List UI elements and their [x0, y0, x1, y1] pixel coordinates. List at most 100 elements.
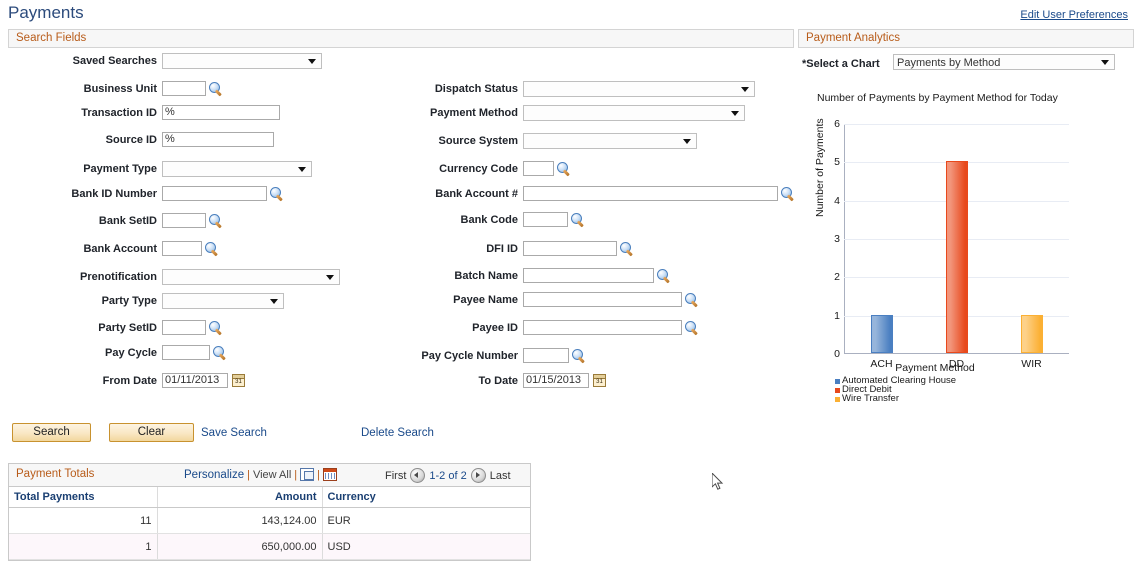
control-wrap-dfi-id	[523, 241, 634, 256]
input-to-date[interactable]	[523, 373, 589, 388]
lookup-icon[interactable]	[781, 187, 795, 201]
lookup-icon[interactable]	[620, 242, 634, 256]
dropdown-payment-method[interactable]	[523, 105, 745, 121]
previous-page-icon[interactable]	[410, 468, 425, 483]
form-row-bank-code: Bank Code	[0, 212, 900, 232]
search-button[interactable]: Search	[12, 423, 91, 442]
dropdown-dispatch-status[interactable]	[523, 81, 755, 97]
payment-analytics-group-header: Payment Analytics	[798, 29, 1134, 48]
chart-y-tick: 3	[834, 233, 840, 245]
input-currency-code[interactable]	[523, 161, 554, 176]
input-bank-code[interactable]	[523, 212, 568, 227]
chart-y-tick: 2	[834, 271, 840, 283]
input-pay-cycle-number[interactable]	[523, 348, 569, 363]
input-payee-id[interactable]	[523, 320, 682, 335]
view-all-link[interactable]: View All	[253, 469, 291, 481]
last-label[interactable]: Last	[490, 470, 511, 482]
select-a-chart-dropdown[interactable]: Payments by Method	[893, 54, 1115, 70]
next-page-icon[interactable]	[471, 468, 486, 483]
label-source-system: Source System	[439, 135, 518, 147]
form-row-dispatch-status: Dispatch Status	[0, 81, 900, 101]
download-spreadsheet-icon[interactable]	[323, 468, 337, 481]
chart-legend-label: Wire Transfer	[842, 395, 899, 404]
grid-pagination: First 1-2 of 2 Last	[385, 468, 511, 483]
first-label[interactable]: First	[385, 470, 406, 482]
grid-header: Payment Totals Personalize | View All | …	[9, 464, 530, 487]
toolbar-separator-3: |	[317, 469, 320, 481]
cell-amount: 143,124.00	[157, 508, 322, 534]
chart-y-axis-label: Number of Payments	[814, 118, 826, 217]
form-row-saved-searches: Saved Searches	[0, 53, 560, 73]
chart-y-tick: 1	[834, 310, 840, 322]
lookup-icon[interactable]	[571, 213, 585, 227]
calendar-icon[interactable]: 31	[593, 374, 606, 387]
chart-legend-item: Wire Transfer	[835, 395, 956, 404]
chart-legend-swatch	[835, 388, 840, 393]
cell-currency: USD	[322, 534, 530, 560]
control-wrap-payee-name	[523, 292, 699, 307]
input-payee-name[interactable]	[523, 292, 682, 307]
label-saved-searches: Saved Searches	[73, 55, 157, 67]
dropdown-source-system[interactable]	[523, 133, 697, 149]
label-bank-account: Bank Account #	[435, 188, 518, 200]
lookup-icon[interactable]	[685, 321, 699, 335]
lookup-icon[interactable]	[557, 162, 571, 176]
control-wrap-payee-id	[523, 320, 699, 335]
label-payee-id: Payee ID	[472, 322, 518, 334]
form-row-currency-code: Currency Code	[0, 161, 900, 181]
toolbar-separator-1: |	[247, 469, 250, 481]
form-row-dfi-id: DFI ID	[0, 241, 900, 261]
label-pay-cycle-number: Pay Cycle Number	[421, 350, 518, 362]
personalize-link[interactable]: Personalize	[184, 469, 244, 481]
control-wrap-to-date: 31	[523, 373, 606, 388]
form-row-payment-method: Payment Method	[0, 105, 900, 125]
table-row[interactable]: 1650,000.00USD	[9, 534, 530, 560]
grid-title: Payment Totals	[16, 468, 94, 480]
table-row[interactable]: 11143,124.00EUR	[9, 508, 530, 534]
column-currency[interactable]: Currency	[322, 487, 530, 508]
input-batch-name[interactable]	[523, 268, 654, 283]
cell-total-payments: 11	[9, 508, 157, 534]
page-range: 1-2 of 2	[429, 470, 466, 482]
chart-bar-dd[interactable]	[946, 161, 968, 353]
chevron-down-icon	[741, 87, 749, 92]
chart-y-tick: 0	[834, 348, 840, 360]
mouse-cursor	[712, 473, 724, 491]
clear-button[interactable]: Clear	[109, 423, 194, 442]
chart-y-tick: 6	[834, 118, 840, 130]
lookup-icon[interactable]	[685, 293, 699, 307]
save-search-link[interactable]: Save Search	[201, 427, 267, 439]
chart-plot-area: 0123456ACHDDWIR	[844, 124, 1069, 354]
chart-legend-swatch	[835, 379, 840, 384]
input-bank-account[interactable]	[523, 186, 778, 201]
edit-user-preferences-link[interactable]: Edit User Preferences	[1020, 9, 1128, 21]
payment-analytics-chart-panel: *Select a Chart Payments by Method Numbe…	[800, 52, 1140, 422]
form-row-batch-name: Batch Name	[0, 268, 900, 288]
cell-currency: EUR	[322, 508, 530, 534]
form-row-payee-id: Payee ID	[0, 320, 900, 340]
control-wrap-currency-code	[523, 161, 571, 176]
chevron-down-icon	[731, 111, 739, 116]
input-dfi-id[interactable]	[523, 241, 617, 256]
lookup-icon[interactable]	[572, 349, 586, 363]
column-amount[interactable]: Amount	[157, 487, 322, 508]
control-wrap-saved-searches	[162, 53, 322, 69]
chart-bar-ach[interactable]	[871, 315, 893, 353]
label-dispatch-status: Dispatch Status	[435, 83, 518, 95]
payment-analytics-label: Payment Analytics	[806, 32, 900, 44]
control-wrap-pay-cycle-number	[523, 348, 586, 363]
column-total-payments[interactable]: Total Payments	[9, 487, 157, 508]
dropdown-saved-searches[interactable]	[162, 53, 322, 69]
label-bank-code: Bank Code	[461, 214, 518, 226]
chevron-down-icon	[683, 139, 691, 144]
chart-legend-swatch	[835, 397, 840, 402]
chart-bar-wir[interactable]	[1021, 315, 1043, 353]
control-wrap-batch-name	[523, 268, 671, 283]
page-title: Payments	[8, 3, 84, 23]
chart-x-axis	[844, 353, 1069, 354]
lookup-icon[interactable]	[657, 269, 671, 283]
popup-window-icon[interactable]	[300, 468, 314, 481]
label-batch-name: Batch Name	[454, 270, 518, 282]
delete-search-link[interactable]: Delete Search	[361, 427, 434, 439]
form-row-pay-cycle-number: Pay Cycle Number	[0, 348, 900, 368]
